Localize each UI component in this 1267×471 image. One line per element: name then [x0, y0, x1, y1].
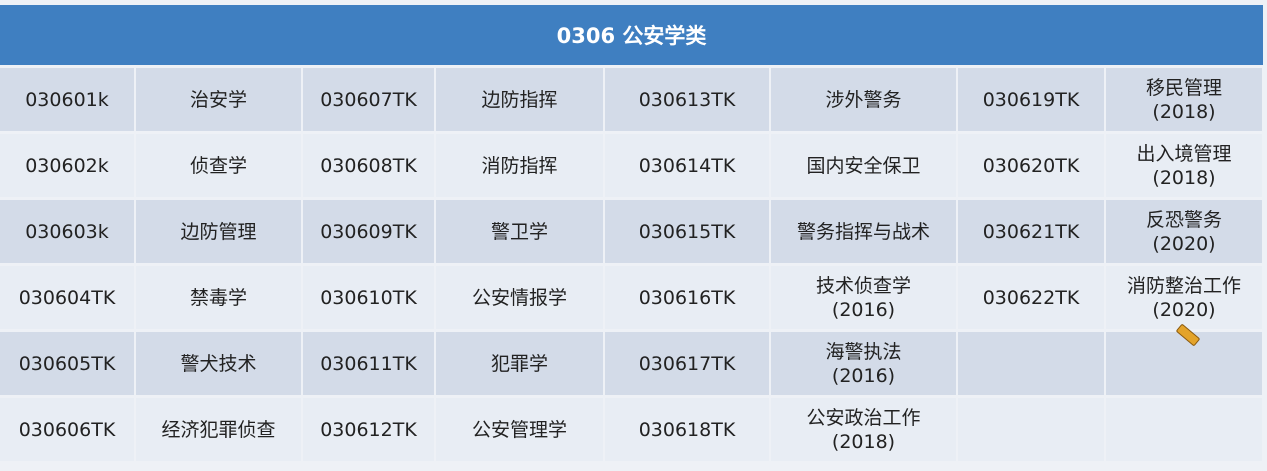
major-name-text: 海警执法 [825, 340, 902, 363]
major-table: 0306 公安学类 030601k 治安学 030607TK 边防指挥 030613TK… [0, 5, 1265, 464]
table-title: 0306 公安学类 [0, 5, 1264, 68]
major-name: 反恐警务 (2020) [1105, 198, 1265, 266]
table-row: 030605TK 警犬技术 030611TK 犯罪学 030617TK 海警执法 (2016… [0, 330, 1265, 398]
major-year: (2016) [831, 364, 896, 387]
major-name: 边防指挥 [435, 66, 605, 134]
major-name: 禁毒学 [135, 264, 303, 332]
major-code: 030615TK [604, 198, 771, 266]
major-code: 030622TK [957, 264, 1106, 332]
major-code [957, 330, 1106, 398]
major-name: 消防指挥 [435, 132, 605, 200]
major-name-text: 警卫学 [490, 220, 548, 243]
major-name-text: 经济犯罪侦查 [161, 418, 276, 441]
major-name-text: 边防管理 [180, 220, 257, 243]
major-name: 海警执法 (2016) [770, 330, 958, 398]
major-year: (2016) [831, 298, 896, 321]
major-name: 警务指挥与战术 [770, 198, 958, 266]
major-code: 030618TK [604, 396, 771, 464]
major-name: 涉外警务 [770, 66, 958, 134]
major-name-text: 治安学 [189, 88, 247, 111]
major-code: 030617TK [604, 330, 771, 398]
major-code: 030604TK [0, 264, 136, 332]
major-code: 030621TK [957, 198, 1106, 266]
major-year: (2020) [1152, 232, 1216, 255]
major-code: 030607TK [302, 66, 436, 134]
major-name [1105, 396, 1265, 464]
major-code: 030602k [0, 132, 136, 200]
major-name-text: 反恐警务 [1146, 208, 1223, 231]
major-name-text: 消防指挥 [481, 154, 558, 177]
major-name-text: 犯罪学 [490, 352, 548, 375]
major-name-text: 禁毒学 [189, 286, 247, 309]
major-name: 警犬技术 [135, 330, 303, 398]
major-code: 030605TK [0, 330, 136, 398]
major-name-text: 出入境管理 [1136, 142, 1232, 165]
major-code: 030609TK [302, 198, 436, 266]
major-name-text: 涉外警务 [825, 88, 902, 111]
major-name-text: 警务指挥与战术 [796, 220, 930, 243]
major-name: 经济犯罪侦查 [135, 396, 303, 464]
major-code [957, 396, 1106, 464]
major-name: 出入境管理 (2018) [1105, 132, 1265, 200]
major-name: 边防管理 [135, 198, 303, 266]
major-name-text: 公安政治工作 [806, 406, 921, 429]
major-name: 公安管理学 [435, 396, 605, 464]
major-code: 030619TK [957, 66, 1106, 134]
table-row: 030601k 治安学 030607TK 边防指挥 030613TK 涉外警务 030619… [0, 66, 1265, 134]
major-code: 030606TK [0, 396, 136, 464]
major-code: 030616TK [604, 264, 771, 332]
major-name-text: 消防整治工作 [1127, 274, 1242, 297]
major-code: 030612TK [302, 396, 436, 464]
major-name: 治安学 [135, 66, 303, 134]
major-code: 030620TK [957, 132, 1106, 200]
major-name: 消防整治工作 (2020) [1105, 264, 1265, 332]
major-name-text: 侦查学 [189, 154, 247, 177]
major-name: 公安政治工作 (2018) [770, 396, 958, 464]
major-name-text: 边防指挥 [481, 88, 558, 111]
major-name: 技术侦查学 (2016) [770, 264, 958, 332]
major-code: 030603k [0, 198, 136, 266]
major-name [1105, 330, 1265, 398]
major-code: 030601k [0, 66, 136, 134]
major-name: 警卫学 [435, 198, 605, 266]
table-row: 030602k 侦查学 030608TK 消防指挥 030614TK 国内安全保卫 0306… [0, 132, 1265, 200]
major-name: 犯罪学 [435, 330, 605, 398]
major-year: (2018) [831, 430, 896, 453]
table-row: 030603k 边防管理 030609TK 警卫学 030615TK 警务指挥与战术 030… [0, 198, 1265, 266]
major-name: 国内安全保卫 [770, 132, 958, 200]
major-name: 移民管理 (2018) [1105, 66, 1265, 134]
major-name: 公安情报学 [435, 264, 605, 332]
major-name-text: 公安管理学 [471, 418, 567, 441]
major-name-text: 移民管理 [1146, 76, 1223, 99]
table-row: 030604TK 禁毒学 030610TK 公安情报学 030616TK 技术侦查学 (20… [0, 264, 1265, 332]
table-row: 030606TK 经济犯罪侦查 030612TK 公安管理学 030618TK 公安政治工… [0, 396, 1265, 464]
major-code: 030608TK [302, 132, 436, 200]
major-year: (2020) [1152, 298, 1216, 321]
major-code: 030610TK [302, 264, 436, 332]
major-code: 030614TK [604, 132, 771, 200]
major-code: 030611TK [302, 330, 436, 398]
major-name-text: 警犬技术 [180, 352, 257, 375]
major-name: 侦查学 [135, 132, 303, 200]
major-year: (2018) [1152, 166, 1216, 189]
major-name-text: 国内安全保卫 [806, 154, 921, 177]
major-code: 030613TK [604, 66, 771, 134]
major-year: (2018) [1152, 100, 1216, 123]
major-name-text: 公安情报学 [471, 286, 567, 309]
major-name-text: 技术侦查学 [815, 274, 911, 297]
